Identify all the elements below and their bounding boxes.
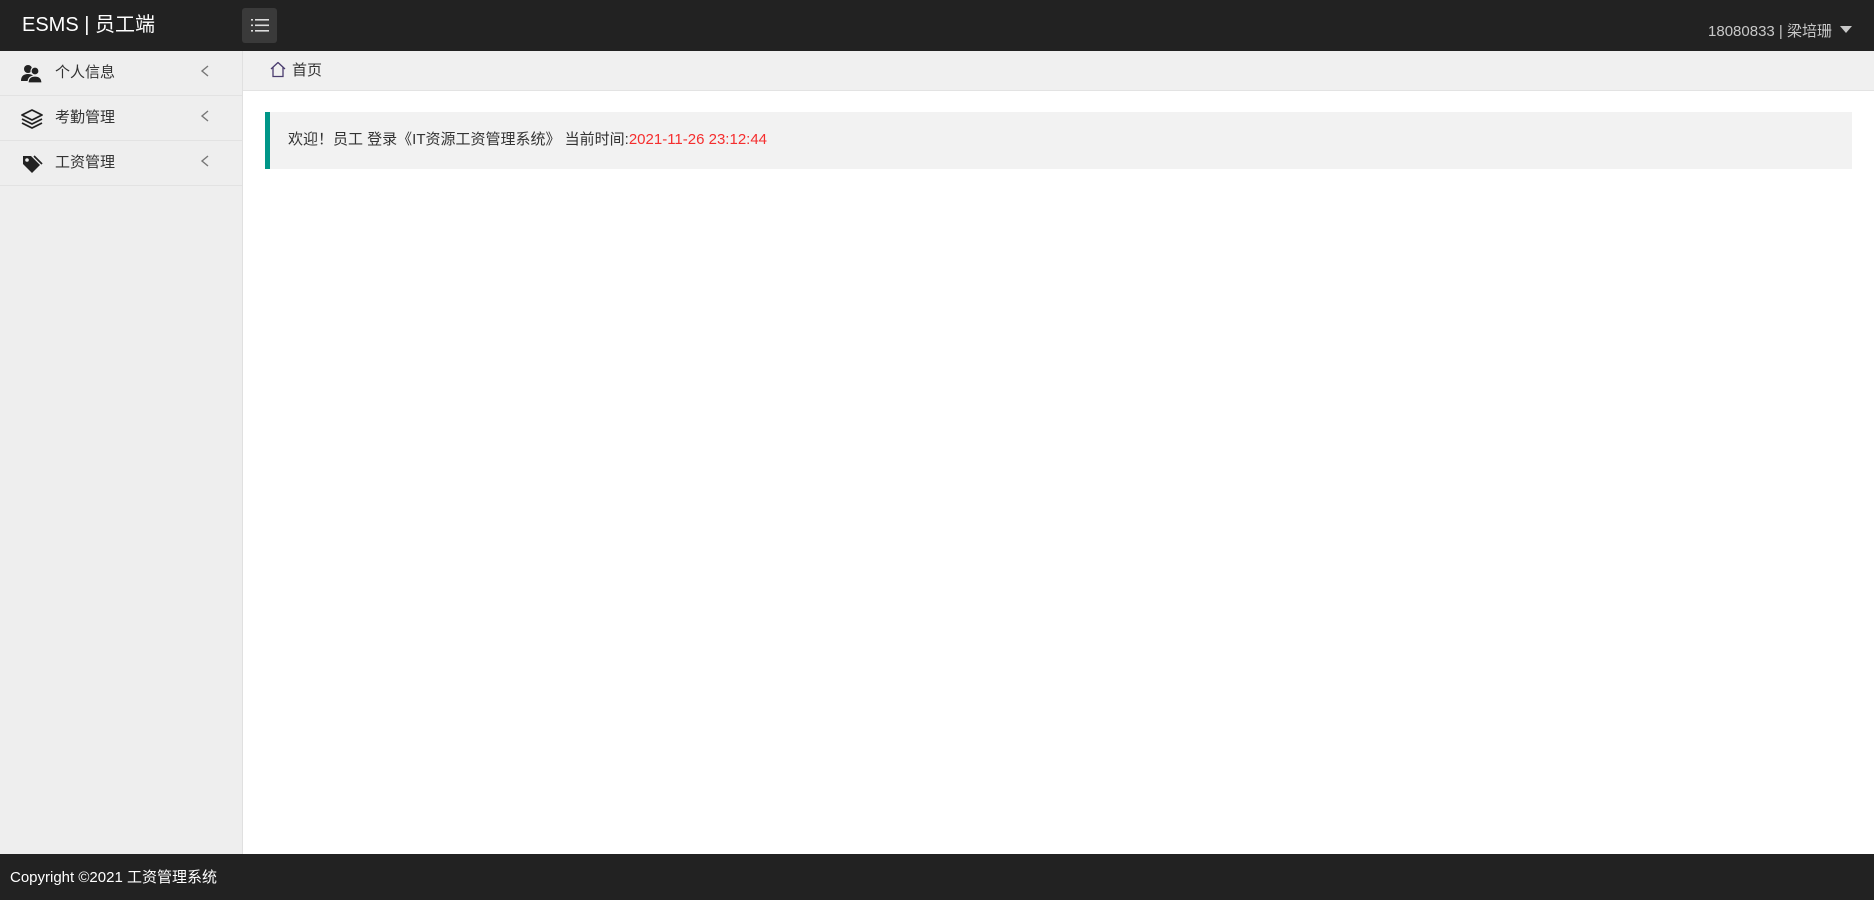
home-icon xyxy=(270,61,286,78)
menu-toggle-button[interactable] xyxy=(242,8,277,43)
breadcrumb-home[interactable]: 首页 xyxy=(269,59,322,80)
welcome-line: 欢迎！员工 登录《IT资源工资管理系统》 当前时间:2021-11-26 23:… xyxy=(288,130,767,150)
welcome-banner: 欢迎！员工 登录《IT资源工资管理系统》 当前时间:2021-11-26 23:… xyxy=(265,112,1852,169)
copyright-text: Copyright ©2021 工资管理系统 xyxy=(10,869,217,886)
menu-list-icon xyxy=(250,19,269,32)
chevron-left-icon xyxy=(200,110,209,122)
footer: Copyright ©2021 工资管理系统 xyxy=(0,854,1874,900)
tags-icon xyxy=(23,155,43,173)
breadcrumb-bar: 首页 xyxy=(243,51,1874,91)
breadcrumb-home-label: 首页 xyxy=(292,62,323,79)
current-time: 2021-11-26 23:12:44 xyxy=(628,131,768,148)
sidebar: 个人信息 考勤管理 工资管理 xyxy=(0,51,243,854)
user-dropdown[interactable]: 18080833 | 梁培珊 xyxy=(1708,20,1852,44)
sidebar-item-label: 个人信息 xyxy=(55,64,116,81)
welcome-text: 欢迎！员工 登录《IT资源工资管理系统》 当前时间: xyxy=(288,131,629,148)
layers-icon xyxy=(21,109,43,129)
chevron-left-icon xyxy=(200,65,209,77)
sidebar-item-salary[interactable]: 工资管理 xyxy=(0,141,242,186)
user-label: 18080833 | 梁培珊 xyxy=(1708,23,1832,40)
app-logo[interactable]: ESMS | 员工端 xyxy=(22,12,155,38)
caret-down-icon xyxy=(1840,26,1852,33)
sidebar-item-personal-info[interactable]: 个人信息 xyxy=(0,51,242,96)
sidebar-item-label: 工资管理 xyxy=(55,154,116,171)
top-header: ESMS | 员工端 18080833 | 梁培珊 xyxy=(0,0,1874,51)
sidebar-item-label: 考勤管理 xyxy=(55,109,116,126)
chevron-left-icon xyxy=(200,155,209,167)
sidebar-item-attendance[interactable]: 考勤管理 xyxy=(0,96,242,141)
users-icon xyxy=(21,65,43,84)
